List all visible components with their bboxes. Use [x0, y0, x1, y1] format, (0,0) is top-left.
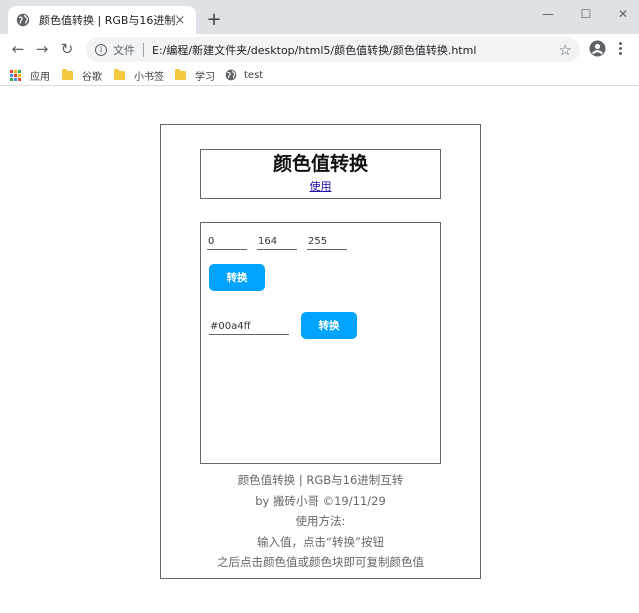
- window-close-icon[interactable]: ✕: [603, 4, 639, 24]
- bookmark-study[interactable]: 学习: [175, 66, 215, 84]
- new-tab-button[interactable]: +: [204, 9, 224, 30]
- convert-to-hex-button[interactable]: 转换: [209, 264, 265, 291]
- bookmarks-bar: 应用 谷歌 小书签 学习 test: [0, 64, 639, 86]
- back-icon[interactable]: ←: [9, 40, 27, 58]
- url-text[interactable]: E:/编程/新建文件夹/desktop/html5/颜色值转换/颜色值转换.ht…: [152, 42, 476, 58]
- folder-icon: [114, 68, 125, 80]
- red-input[interactable]: [207, 233, 247, 250]
- scheme-label: 文件: [113, 43, 135, 57]
- browser-toolbar: ← → ↻ i 文件 E:/编程/新建文件夹/desktop/html5/颜色值…: [0, 34, 639, 64]
- tab-title: 颜色值转换 | RGB与16进制互转: [39, 14, 177, 27]
- footer-line: 使用方法:: [295, 514, 346, 528]
- reload-icon[interactable]: ↻: [58, 40, 76, 58]
- bookmark-label: 应用: [30, 71, 50, 83]
- globe-icon: [16, 13, 30, 27]
- bookmark-label: 学习: [195, 71, 215, 83]
- address-bar[interactable]: i 文件 E:/编程/新建文件夹/desktop/html5/颜色值转换/颜色值…: [86, 37, 580, 62]
- footer: 颜色值转换 | RGB与16进制互转 by 搬砖小哥 ©19/11/29 使用方…: [161, 470, 480, 573]
- footer-line: 之后点击颜色值或颜色块即可复制颜色值: [217, 555, 424, 569]
- footer-line: 颜色值转换 | RGB与16进制互转: [237, 473, 404, 487]
- hex-input[interactable]: [209, 318, 289, 335]
- blue-input[interactable]: [307, 233, 347, 250]
- convert-to-rgb-button[interactable]: 转换: [301, 312, 357, 339]
- footer-line: by 搬砖小哥 ©19/11/29: [255, 493, 386, 508]
- bookmark-test[interactable]: test: [225, 66, 263, 84]
- footer-line: 输入值，点击“转换”按钮: [257, 534, 384, 549]
- maximize-icon[interactable]: ☐: [566, 4, 606, 24]
- star-icon[interactable]: ☆: [559, 41, 572, 59]
- globe-icon: [225, 69, 237, 81]
- address-separator: [143, 42, 144, 57]
- tab-strip: 颜色值转换 | RGB与16进制互转 × + — ☐ ✕: [0, 0, 639, 34]
- profile-avatar-icon[interactable]: [589, 40, 606, 57]
- apps-grid-icon: [10, 69, 21, 81]
- more-menu-icon[interactable]: [614, 40, 626, 57]
- info-icon[interactable]: i: [95, 43, 107, 56]
- usage-link[interactable]: 使用: [310, 180, 332, 194]
- folder-icon: [62, 68, 73, 80]
- forward-icon[interactable]: →: [33, 40, 51, 58]
- browser-tab[interactable]: 颜色值转换 | RGB与16进制互转 ×: [8, 6, 196, 34]
- bookmark-google[interactable]: 谷歌: [62, 66, 102, 84]
- bookmark-label: 小书签: [134, 71, 164, 83]
- bookmark-bookmarklets[interactable]: 小书签: [114, 66, 164, 84]
- folder-icon: [175, 68, 186, 80]
- converter-panel: 转换 转换: [200, 222, 441, 464]
- bookmark-apps[interactable]: 应用: [10, 66, 50, 84]
- minimize-icon[interactable]: —: [528, 4, 568, 24]
- page-title: 颜色值转换: [272, 153, 368, 175]
- bookmark-label: test: [244, 69, 264, 81]
- header-box: 颜色值转换 使用: [200, 149, 441, 199]
- app-container: 颜色值转换 使用 转换 转换 颜色值转换 | RGB与16进制互转 by 搬砖小…: [160, 124, 481, 579]
- bookmark-label: 谷歌: [82, 71, 102, 83]
- page-content: 颜色值转换 使用 转换 转换 颜色值转换 | RGB与16进制互转 by 搬砖小…: [0, 87, 639, 613]
- green-input[interactable]: [257, 233, 297, 250]
- tab-close-icon[interactable]: ×: [172, 12, 188, 28]
